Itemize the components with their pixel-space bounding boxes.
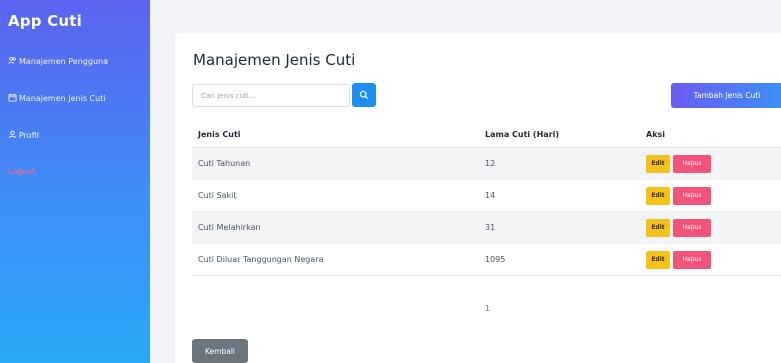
cell-lama-cuti: 14: [485, 191, 496, 200]
sidebar-item-manajemen-pengguna[interactable]: Manajemen Pengguna: [8, 56, 142, 67]
sidebar-item-label: Manajemen Jenis Cuti: [19, 94, 106, 103]
search-icon: [359, 90, 369, 100]
edit-button[interactable]: Edit: [646, 218, 670, 237]
cell-jenis-cuti: Cuti Sakit: [198, 191, 237, 200]
header-lama-cuti: Lama Cuti (Hari): [485, 129, 560, 139]
sidebar-item-label: Manajemen Pengguna: [19, 57, 108, 66]
table-row: Cuti Melahirkan 31 Edit Hapus: [192, 212, 781, 244]
app-title: App Cuti: [8, 12, 82, 30]
search-input[interactable]: [192, 84, 350, 107]
cell-jenis-cuti: Cuti Tahunan: [198, 159, 251, 168]
profile-icon: [8, 130, 17, 139]
table-row: Cuti Sakit 14 Edit Hapus: [192, 180, 781, 212]
header-aksi: Aksi: [646, 129, 666, 139]
cell-lama-cuti: 12: [485, 159, 496, 168]
page-title: Manajemen Jenis Cuti: [193, 51, 356, 69]
sidebar-item-profil[interactable]: Profil: [8, 130, 142, 141]
cell-jenis-cuti: Cuti Melahirkan: [198, 223, 261, 232]
add-leave-type-button[interactable]: Tambah Jenis Cuti: [671, 83, 781, 108]
pagination-page[interactable]: 1: [485, 304, 490, 313]
sidebar-item-label: Profil: [19, 131, 39, 140]
cell-aksi: Edit Hapus: [642, 218, 781, 237]
sidebar: App Cuti Manajemen Pengguna Manajemen Je…: [0, 0, 150, 363]
delete-button[interactable]: Hapus: [673, 218, 711, 237]
logout-link[interactable]: Logout: [8, 167, 142, 176]
sidebar-item-manajemen-jenis-cuti[interactable]: Manajemen Jenis Cuti: [8, 93, 142, 104]
delete-button[interactable]: Hapus: [673, 186, 711, 205]
leave-types-table: Jenis Cuti Lama Cuti (Hari) Aksi Cuti Ta…: [192, 121, 781, 276]
cell-aksi: Edit Hapus: [642, 154, 781, 173]
edit-button[interactable]: Edit: [646, 186, 670, 205]
main-card: Manajemen Jenis Cuti Tambah Jenis Cuti J…: [175, 33, 781, 363]
cell-lama-cuti: 31: [485, 223, 496, 232]
users-icon: [8, 56, 16, 64]
calendar-icon: [8, 93, 17, 102]
edit-button[interactable]: Edit: [646, 154, 670, 173]
table-header: Jenis Cuti Lama Cuti (Hari) Aksi: [192, 121, 781, 148]
edit-button[interactable]: Edit: [646, 250, 670, 269]
header-jenis-cuti: Jenis Cuti: [198, 129, 241, 139]
cell-lama-cuti: 1095: [485, 255, 506, 264]
table-row: Cuti Diluar Tanggungan Negara 1095 Edit …: [192, 244, 781, 276]
back-button[interactable]: Kembali: [192, 339, 248, 363]
cell-aksi: Edit Hapus: [642, 186, 781, 205]
cell-aksi: Edit Hapus: [642, 250, 781, 269]
delete-button[interactable]: Hapus: [673, 154, 711, 173]
delete-button[interactable]: Hapus: [673, 250, 711, 269]
search-button[interactable]: [352, 83, 376, 107]
cell-jenis-cuti: Cuti Diluar Tanggungan Negara: [198, 255, 324, 264]
table-row: Cuti Tahunan 12 Edit Hapus: [192, 148, 781, 180]
